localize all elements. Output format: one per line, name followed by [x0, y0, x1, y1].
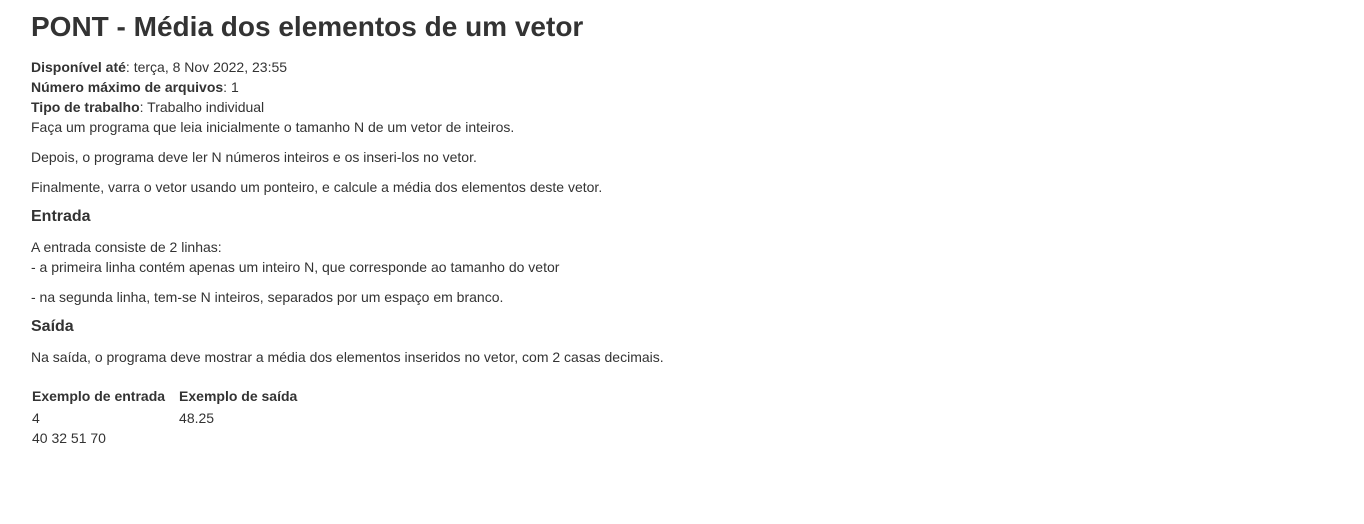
examples-header-row: Exemplo de entrada Exemplo de saída	[32, 386, 311, 408]
output-heading: Saída	[31, 318, 74, 335]
example-input-cell: 4 40 32 51 70	[32, 408, 179, 448]
assignment-page: PONT - Média dos elementos de um vetor D…	[0, 0, 1364, 524]
meta-available: Disponível até: terça, 8 Nov 2022, 23:55	[31, 59, 288, 75]
example-output-header: Exemplo de saída	[179, 388, 298, 404]
meta-max-files-value: 1	[230, 79, 239, 95]
input-line-1: A entrada consiste de 2 linhas:	[31, 239, 222, 255]
output-description: Na saída, o programa deve mostrar a médi…	[31, 349, 664, 365]
meta-available-value: terça, 8 Nov 2022, 23:55	[133, 59, 288, 75]
input-line-2: - a primeira linha contém apenas um inte…	[31, 259, 560, 275]
examples-row: 4 40 32 51 70 48.25	[32, 408, 311, 448]
example-output-line: 48.25	[179, 410, 215, 426]
examples-table: Exemplo de entrada Exemplo de saída 4 40…	[32, 386, 311, 448]
description-paragraph-2: Depois, o programa deve ler N números in…	[31, 149, 477, 165]
meta-available-label: Disponível até	[31, 59, 126, 75]
input-line-3: - na segunda linha, tem-se N inteiros, s…	[31, 289, 504, 305]
meta-max-files: Número máximo de arquivos: 1	[31, 79, 239, 95]
example-input-header: Exemplo de entrada	[32, 388, 166, 404]
meta-work-type-label: Tipo de trabalho	[31, 99, 140, 115]
meta-max-files-label: Número máximo de arquivos	[31, 79, 224, 95]
description-paragraph-1: Faça um programa que leia inicialmente o…	[31, 119, 515, 135]
page-title: PONT - Média dos elementos de um vetor	[31, 11, 584, 42]
example-output-cell: 48.25	[179, 408, 311, 448]
example-input-line: 4	[32, 410, 40, 426]
input-description: A entrada consiste de 2 linhas: - a prim…	[31, 237, 1333, 277]
meta-work-type-value: Trabalho individual	[147, 99, 265, 115]
example-input-line: 40 32 51 70	[32, 430, 106, 446]
assignment-meta: Disponível até: terça, 8 Nov 2022, 23:55…	[31, 57, 1333, 117]
meta-work-type: Tipo de trabalho: Trabalho individual	[31, 99, 265, 115]
input-heading: Entrada	[31, 208, 91, 225]
description-paragraph-3: Finalmente, varra o vetor usando um pont…	[31, 179, 603, 195]
